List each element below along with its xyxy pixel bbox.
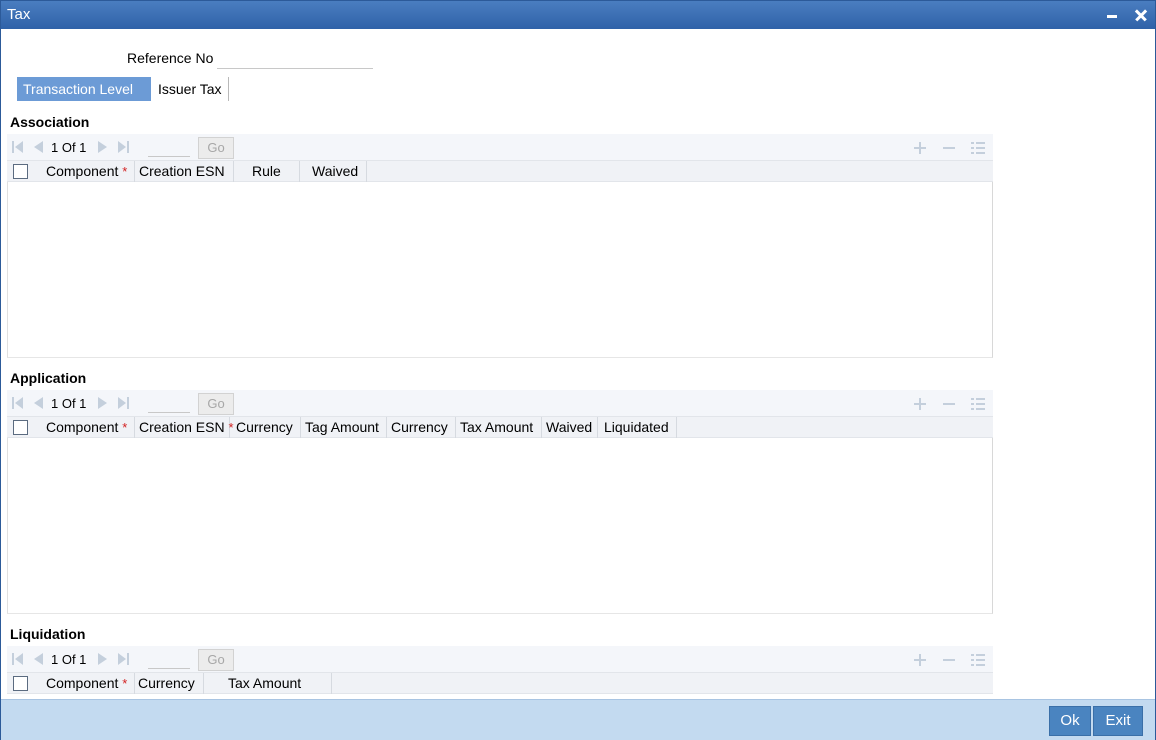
close-icon[interactable]	[1130, 4, 1152, 26]
select-all-checkbox[interactable]	[13, 164, 28, 179]
column-header-component[interactable]: Component *	[34, 161, 135, 182]
liquidation-toolbar: 1 Of 1 Go	[7, 646, 993, 672]
liquidation-section-title: Liquidation	[10, 626, 86, 642]
column-header-creation-esn[interactable]: Creation ESN	[135, 161, 234, 182]
first-page-icon[interactable]	[12, 397, 24, 409]
add-row-icon[interactable]	[914, 142, 926, 154]
reference-no-label: Reference No	[127, 50, 214, 66]
last-page-icon[interactable]	[118, 653, 130, 665]
column-header-creation-esn[interactable]: Creation ESN *	[135, 417, 234, 438]
minimize-icon[interactable]	[1101, 4, 1123, 26]
delete-row-icon[interactable]	[943, 654, 955, 666]
page-number-input[interactable]	[148, 394, 190, 413]
page-number-input[interactable]	[148, 650, 190, 669]
exit-button[interactable]: Exit	[1093, 706, 1143, 736]
column-header-component[interactable]: Component *	[34, 673, 135, 694]
next-page-icon[interactable]	[97, 397, 109, 409]
application-grid: 1 Of 1 Go Component * Creation ESN * Cur…	[7, 390, 993, 614]
column-header-waived[interactable]: Waived	[542, 417, 598, 438]
single-view-icon[interactable]	[971, 142, 985, 154]
add-row-icon[interactable]	[914, 654, 926, 666]
previous-page-icon[interactable]	[33, 397, 45, 409]
liquidation-grid: 1 Of 1 Go Component * Currency Tax Amoun…	[7, 646, 993, 698]
single-view-icon[interactable]	[971, 398, 985, 410]
page-indicator: 1 Of 1	[51, 396, 87, 411]
tax-window: Tax Reference No Transaction Level Tax I…	[0, 0, 1156, 740]
last-page-icon[interactable]	[118, 141, 130, 153]
application-section-title: Application	[10, 370, 87, 386]
column-header-tag-amount[interactable]: Tag Amount	[301, 417, 387, 438]
column-header-tax-amount[interactable]: Tax Amount	[456, 417, 542, 438]
first-page-icon[interactable]	[12, 653, 24, 665]
previous-page-icon[interactable]	[33, 653, 45, 665]
tab-issuer-tax[interactable]: Issuer Tax	[152, 77, 229, 101]
column-header-currency-2[interactable]: Currency	[387, 417, 456, 438]
column-header-rule[interactable]: Rule	[234, 161, 300, 182]
add-row-icon[interactable]	[914, 398, 926, 410]
association-grid-body	[7, 182, 993, 358]
ok-button[interactable]: Ok	[1049, 706, 1091, 736]
previous-page-icon[interactable]	[33, 141, 45, 153]
application-grid-body	[7, 438, 993, 614]
column-header-component[interactable]: Component *	[34, 417, 135, 438]
column-header-waived[interactable]: Waived	[300, 161, 367, 182]
go-button[interactable]: Go	[198, 649, 234, 671]
reference-no-input[interactable]	[217, 48, 373, 69]
page-number-input[interactable]	[148, 138, 190, 157]
select-all-checkbox[interactable]	[13, 420, 28, 435]
window-title: Tax	[7, 6, 31, 23]
next-page-icon[interactable]	[97, 141, 109, 153]
first-page-icon[interactable]	[12, 141, 24, 153]
application-toolbar: 1 Of 1 Go	[7, 390, 993, 416]
tab-transaction-level-tax[interactable]: Transaction Level Tax	[17, 77, 151, 121]
column-header-currency[interactable]: Currency	[230, 417, 301, 438]
single-view-icon[interactable]	[971, 654, 985, 666]
association-header-row: Component * Creation ESN Rule Waived	[7, 160, 993, 182]
go-button[interactable]: Go	[198, 137, 234, 159]
delete-row-icon[interactable]	[943, 398, 955, 410]
select-all-checkbox[interactable]	[13, 676, 28, 691]
association-section-title: Association	[10, 114, 90, 130]
column-header-liquidated[interactable]: Liquidated	[598, 417, 677, 438]
association-toolbar: 1 Of 1 Go	[7, 134, 993, 160]
application-header-row: Component * Creation ESN * Currency Tag …	[7, 416, 993, 438]
last-page-icon[interactable]	[118, 397, 130, 409]
column-header-currency[interactable]: Currency	[135, 673, 204, 694]
page-indicator: 1 Of 1	[51, 140, 87, 155]
go-button[interactable]: Go	[198, 393, 234, 415]
association-grid: 1 Of 1 Go Component * Creation ESN Rule …	[7, 134, 993, 358]
title-bar: Tax	[1, 1, 1155, 29]
delete-row-icon[interactable]	[943, 142, 955, 154]
page-indicator: 1 Of 1	[51, 652, 87, 667]
column-header-tax-amount[interactable]: Tax Amount	[204, 673, 332, 694]
next-page-icon[interactable]	[97, 653, 109, 665]
liquidation-header-row: Component * Currency Tax Amount	[7, 672, 993, 694]
footer-bar: Ok Exit	[1, 699, 1155, 740]
